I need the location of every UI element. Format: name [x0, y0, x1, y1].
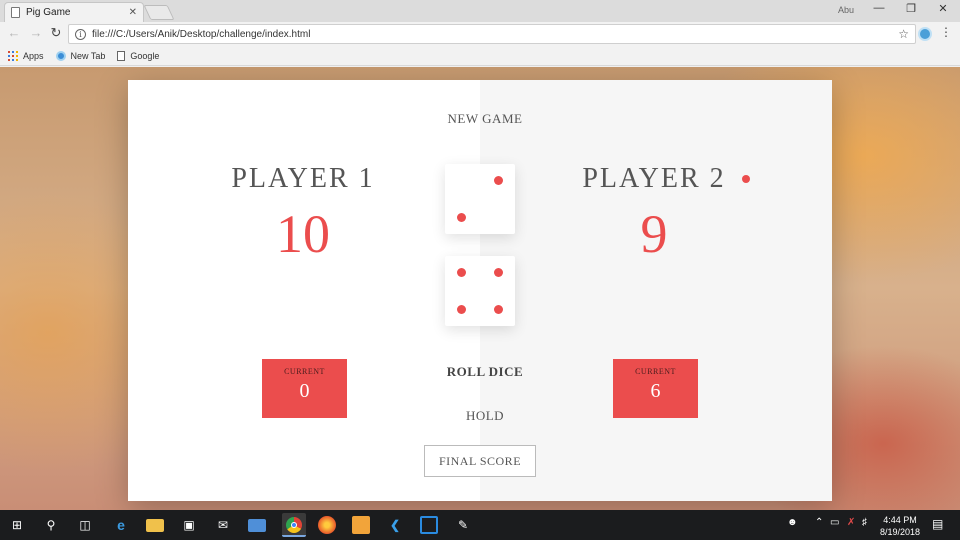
browser-toolbar: ← → ↻ i file:///C:/Users/Anik/Desktop/ch…	[0, 22, 960, 46]
info-icon[interactable]: i	[75, 28, 86, 40]
player-2-current-score: 6	[650, 380, 661, 402]
app-icon[interactable]	[420, 516, 438, 534]
game-panel: NEW GAME PLAYER 1 10 PLAYER 2 9 CURRENT …	[128, 80, 832, 501]
close-window-icon[interactable]: ✕	[934, 2, 952, 15]
dice-pip	[457, 268, 466, 277]
new-tab-button[interactable]	[143, 5, 175, 20]
final-score-button[interactable]: FINAL SCORE	[424, 445, 536, 477]
mail-icon[interactable]: ✉	[214, 516, 232, 534]
current-label: CURRENT	[284, 367, 325, 376]
search-icon[interactable]: ⚲	[42, 516, 60, 534]
player-1-name: PLAYER 1	[231, 163, 375, 194]
photos-icon[interactable]	[248, 519, 266, 532]
bookmark-apps[interactable]: Apps	[8, 50, 44, 61]
page-background: NEW GAME PLAYER 1 10 PLAYER 2 9 CURRENT …	[0, 67, 960, 510]
player-2-score: 9	[640, 204, 668, 264]
dice-pip	[494, 268, 503, 277]
menu-icon[interactable]: ⋮	[940, 25, 952, 39]
player-1-current-score: 0	[299, 380, 310, 402]
reload-icon[interactable]: ↻	[48, 25, 64, 41]
active-player-indicator	[742, 175, 750, 183]
bookmark-new-tab[interactable]: New Tab	[55, 50, 106, 61]
browser-titlebar: Pig Game ✕ Abu — ❐ ✕	[0, 0, 960, 22]
bookmark-label: New Tab	[70, 50, 106, 61]
chrome-core	[291, 522, 297, 528]
address-bar[interactable]: i file:///C:/Users/Anik/Desktop/challeng…	[68, 24, 916, 44]
apps-grid-icon	[8, 50, 18, 61]
bookmark-label: Google	[130, 50, 160, 61]
url-text[interactable]: file:///C:/Users/Anik/Desktop/challenge/…	[92, 29, 892, 40]
page-icon	[11, 7, 20, 18]
window-user-label[interactable]: Abu	[838, 5, 854, 15]
dice-pip	[494, 305, 503, 314]
page-icon	[117, 50, 126, 61]
taskbar: ⊞ ⚲ ◫ e ▣ ✉ ❮ ✎ ☻ ⌃ ▭ ✗ ♯ 4:44 PM 8/19/2…	[0, 510, 960, 540]
chevron-up-icon[interactable]: ⌃	[815, 517, 823, 528]
dice-pip	[494, 176, 503, 185]
clock[interactable]: 4:44 PM 8/19/2018	[880, 514, 920, 538]
bookmark-label: Apps	[23, 50, 44, 61]
volume-icon[interactable]: ♯	[862, 517, 867, 528]
paint-icon[interactable]: ✎	[454, 516, 472, 534]
forward-icon[interactable]: →	[28, 25, 44, 40]
bookmarks-bar: Apps New Tab Google	[0, 46, 960, 66]
vscode-icon[interactable]: ❮	[386, 516, 404, 534]
firefox-icon[interactable]	[318, 516, 336, 534]
edge-browser-icon[interactable]: e	[112, 516, 130, 534]
dice-2	[445, 256, 515, 326]
roll-dice-button[interactable]: ROLL DICE	[430, 364, 540, 380]
hold-button[interactable]: HOLD	[430, 408, 540, 424]
close-tab-icon[interactable]: ✕	[129, 7, 137, 18]
bookmark-google[interactable]: Google	[117, 50, 160, 61]
tab-title: Pig Game	[26, 7, 71, 18]
battery-icon[interactable]: ▭	[830, 517, 839, 528]
new-game-button[interactable]: NEW GAME	[430, 111, 540, 127]
chrome-icon[interactable]	[282, 513, 306, 537]
player-2-name: PLAYER 2	[582, 163, 726, 194]
app-icon[interactable]	[352, 516, 370, 534]
player-2-current-box: CURRENT 6	[613, 359, 698, 418]
task-view-icon[interactable]: ◫	[76, 516, 94, 534]
dice-1	[445, 164, 515, 234]
extension-icon[interactable]	[918, 27, 932, 41]
notifications-icon[interactable]: ▤	[932, 517, 943, 531]
bookmark-star-icon[interactable]: ☆	[898, 27, 909, 41]
windows-start-icon[interactable]: ⊞	[8, 516, 26, 534]
minimize-icon[interactable]: —	[870, 2, 888, 14]
current-label: CURRENT	[635, 367, 676, 376]
back-icon[interactable]: ←	[6, 25, 22, 40]
dice-pip	[457, 305, 466, 314]
people-icon[interactable]: ☻	[787, 517, 798, 528]
network-icon[interactable]: ✗	[847, 517, 855, 528]
clock-time: 4:44 PM	[883, 515, 917, 525]
player-1-current-box: CURRENT 0	[262, 359, 347, 418]
dice-pip	[457, 213, 466, 222]
new-tab-icon	[55, 50, 66, 61]
store-icon[interactable]: ▣	[180, 516, 198, 534]
browser-tab[interactable]: Pig Game ✕	[4, 2, 144, 22]
player-1-score: 10	[276, 204, 330, 264]
file-explorer-icon[interactable]	[146, 519, 164, 532]
clock-date: 8/19/2018	[880, 527, 921, 537]
restore-icon[interactable]: ❐	[902, 2, 920, 15]
